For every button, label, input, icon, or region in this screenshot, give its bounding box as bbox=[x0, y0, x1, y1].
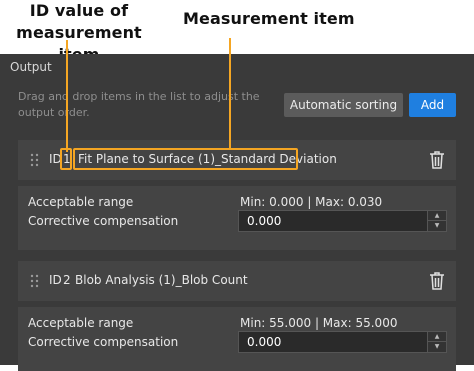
item-details: Acceptable range Min: 55.000 | Max: 55.0… bbox=[18, 307, 456, 371]
chevron-down-icon[interactable]: ▼ bbox=[428, 221, 446, 231]
item-header[interactable]: ID 2 Blob Analysis (1)_Blob Count bbox=[18, 261, 456, 301]
drag-handle-icon[interactable] bbox=[30, 153, 40, 167]
id-callout-line bbox=[66, 40, 68, 152]
acceptable-range-value: Min: 0.000 | Max: 0.030 bbox=[240, 195, 383, 209]
trash-icon[interactable] bbox=[429, 271, 445, 291]
drag-handle-icon[interactable] bbox=[30, 274, 40, 288]
trash-icon[interactable] bbox=[429, 150, 445, 170]
acceptable-range-value: Min: 55.000 | Max: 55.000 bbox=[240, 316, 398, 330]
output-panel: Output Drag and drop items in the list t… bbox=[0, 54, 474, 371]
compensation-value[interactable]: 0.000 bbox=[247, 335, 281, 349]
item-header[interactable]: ID 1 Fit Plane to Surface (1)_Standard D… bbox=[18, 140, 456, 180]
spin-buttons: ▲ ▼ bbox=[427, 332, 446, 352]
measurement-callout-line bbox=[229, 38, 231, 150]
chevron-up-icon[interactable]: ▲ bbox=[428, 211, 446, 221]
corrective-compensation-label: Corrective compensation bbox=[28, 335, 179, 349]
corrective-compensation-label: Corrective compensation bbox=[28, 214, 179, 228]
automatic-sorting-button[interactable]: Automatic sorting bbox=[284, 93, 403, 117]
acceptable-range-label: Acceptable range bbox=[28, 195, 134, 209]
spin-buttons: ▲ ▼ bbox=[427, 211, 446, 231]
acceptable-range-label: Acceptable range bbox=[28, 316, 134, 330]
item-details: Acceptable range Min: 0.000 | Max: 0.030… bbox=[18, 186, 456, 250]
id-prefix: ID bbox=[49, 273, 62, 287]
add-button[interactable]: Add bbox=[409, 93, 456, 117]
measurement-item-name: Blob Analysis (1)_Blob Count bbox=[75, 273, 248, 287]
chevron-down-icon[interactable]: ▼ bbox=[428, 342, 446, 352]
id-value: 2 bbox=[63, 273, 71, 287]
measurement-item-annotation: Measurement item bbox=[183, 9, 355, 28]
corrective-compensation-input[interactable]: 0.000 ▲ ▼ bbox=[238, 331, 447, 353]
corrective-compensation-input[interactable]: 0.000 ▲ ▼ bbox=[238, 210, 447, 232]
compensation-value[interactable]: 0.000 bbox=[247, 214, 281, 228]
measurement-highlight-box bbox=[73, 148, 298, 170]
panel-title: Output bbox=[10, 60, 52, 74]
chevron-up-icon[interactable]: ▲ bbox=[428, 332, 446, 342]
